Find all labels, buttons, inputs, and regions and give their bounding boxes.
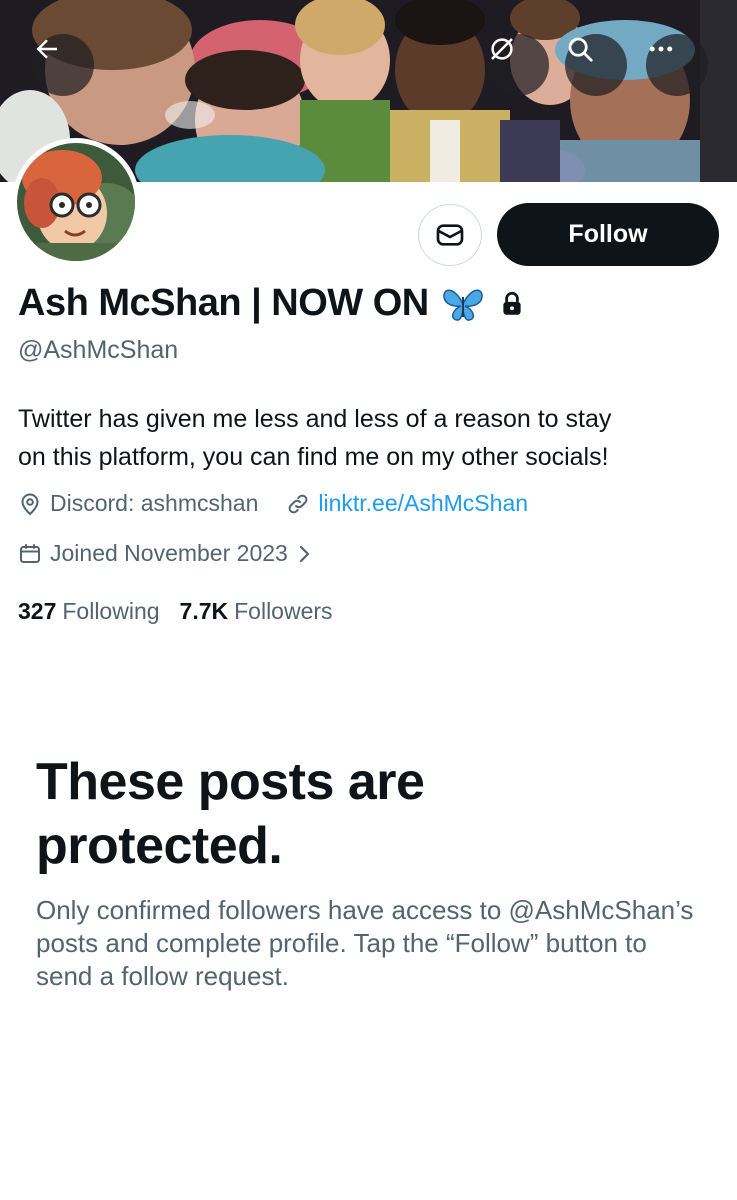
avatar-image [17,143,135,261]
arrow-left-icon [36,39,57,59]
display-name: Ash McShan | NOW ON [18,282,429,324]
profile-meta: Discord: ashmcshan linktr.ee/AshMcShan [18,490,528,517]
bio-line: on this platform, you can find me on my … [18,443,609,471]
chevron-right-icon [299,545,309,562]
location-pin-icon [21,492,39,515]
grok-icon [491,38,513,60]
search-button[interactable] [565,34,627,96]
followers-count: 7.7K [179,598,229,624]
following-count: 327 [18,598,57,624]
lock-icon [503,291,521,315]
butterfly-icon [442,289,483,321]
handle: @AshMcShan [18,336,179,364]
search-icon [568,37,593,62]
message-icon [436,224,464,246]
followers-label: Followers [234,598,333,624]
more-icon [649,46,673,52]
joined-row[interactable]: Joined November 2023 [18,540,320,567]
bio: Twitter has given me less and less of a … [18,400,718,476]
following-stat[interactable]: 327 Following [18,598,160,625]
avatar[interactable] [12,138,140,266]
message-button[interactable] [418,204,482,266]
joined-text: Joined November 2023 [50,540,288,566]
grok-button[interactable] [487,34,549,96]
location-item: Discord: ashmcshan [18,490,258,517]
link-icon [288,494,308,513]
protected-title: These posts are protected. [36,753,425,875]
display-name-row: Ash McShan | NOW ON [18,282,525,325]
bio-line: Twitter has given me less and less of a … [18,405,612,433]
follow-button[interactable]: Follow [497,203,719,266]
calendar-icon [20,543,40,563]
location-text: Discord: ashmcshan [50,490,259,516]
following-label: Following [62,598,160,624]
follow-stats: 327 Following 7.7K Followers [18,598,333,625]
back-button[interactable] [32,34,94,96]
website-link[interactable]: linktr.ee/AshMcShan [318,490,528,517]
more-button[interactable] [646,34,708,96]
website-item[interactable]: linktr.ee/AshMcShan [286,490,528,517]
followers-stat[interactable]: 7.7K Followers [180,598,333,625]
protected-description: Only confirmed followers have access to … [36,895,694,991]
